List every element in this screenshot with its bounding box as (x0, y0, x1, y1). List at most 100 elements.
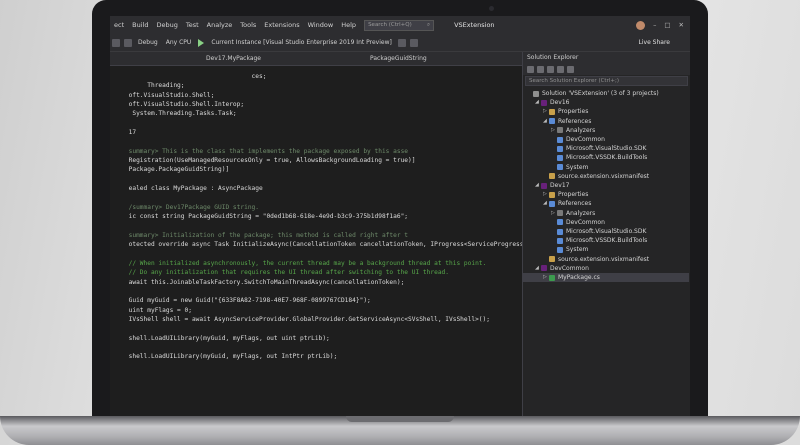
minimize-icon[interactable]: – (653, 21, 656, 29)
code-line[interactable]: // When initialized asynchronously, the … (110, 259, 553, 268)
platform-select[interactable]: Any CPU (162, 39, 196, 46)
sync-icon[interactable] (537, 65, 544, 73)
refresh-icon[interactable] (547, 65, 554, 73)
home-icon[interactable] (527, 65, 534, 73)
code-line[interactable]: Guid myGuid = new Guid("{633F8A82-7198-4… (110, 296, 553, 305)
tree-item-label: Analyzers (566, 209, 596, 217)
menu-item[interactable]: Extensions (260, 21, 303, 29)
close-icon[interactable]: ✕ (679, 21, 684, 29)
maximize-icon[interactable]: □ (664, 21, 670, 29)
code-line[interactable]: oft.VisualStudio.Shell; (110, 91, 553, 100)
tree-item[interactable]: ◢ References (523, 199, 591, 208)
code-line[interactable] (110, 250, 553, 259)
tree-item[interactable]: Microsoft.VisualStudio.SDK (523, 144, 646, 153)
search-box[interactable]: Search (Ctrl+Q) ⌕ (364, 19, 435, 31)
code-line[interactable]: ealed class MyPackage : AsyncPackage (110, 184, 553, 193)
code-line[interactable] (110, 324, 553, 333)
tree-item[interactable]: ▷ MyPackage.cs (523, 273, 689, 282)
menu-item[interactable]: Analyze (203, 21, 237, 29)
tree-item[interactable]: DevCommon (523, 135, 605, 144)
code-line[interactable]: await this.JoinableTaskFactory.SwitchToM… (110, 278, 553, 287)
file-icon (549, 200, 555, 207)
class-dropdown[interactable]: Dev17.MyPackage (206, 55, 261, 62)
config-select[interactable]: Debug (134, 39, 162, 46)
tree-item[interactable]: Microsoft.VSSDK.BuildTools (523, 236, 647, 245)
tree-item[interactable]: source.extension.vsixmanifest (523, 255, 649, 264)
code-line[interactable]: shell.LoadUILibrary(myGuid, myFlags, out… (110, 334, 553, 343)
code-line[interactable]: Package.PackageGuidString)] (110, 165, 553, 174)
code-line[interactable]: ces; (110, 72, 553, 81)
tree-item[interactable]: source.extension.vsixmanifest (523, 172, 649, 181)
forward-icon[interactable] (124, 38, 132, 47)
toolbar-icon[interactable] (409, 38, 418, 47)
file-icon (557, 164, 563, 171)
code-line[interactable]: Registration(UseManagedResourcesOnly = t… (110, 156, 553, 165)
collapse-icon[interactable] (557, 65, 564, 73)
avatar[interactable] (636, 20, 646, 30)
menu-item[interactable]: ect (110, 21, 128, 29)
explorer-search-input[interactable]: Search Solution Explorer (Ctrl+;) (525, 76, 688, 86)
code-line[interactable] (110, 193, 553, 202)
tree-item[interactable]: Solution 'VSExtension' (3 of 3 projects) (523, 89, 659, 98)
code-line[interactable]: shell.LoadUILibrary(myGuid, myFlags, out… (110, 352, 553, 361)
code-line[interactable]: uint myFlags = 0; (110, 306, 553, 315)
code-line[interactable]: ic const string PackageGuidString = "0de… (110, 212, 553, 221)
code-line[interactable] (110, 343, 553, 352)
tree-item[interactable]: System (523, 163, 588, 172)
code-line[interactable]: summary> This is the class that implemen… (110, 147, 553, 156)
file-icon (557, 219, 563, 226)
code-editor[interactable]: ces; Threading; oft.VisualStudio.Shell; … (110, 66, 553, 416)
code-line[interactable] (110, 175, 553, 184)
file-icon (541, 99, 547, 106)
code-line[interactable] (110, 119, 553, 128)
explorer-toolbar (523, 63, 690, 75)
code-line[interactable]: // Do any initialization that requires t… (110, 268, 553, 277)
code-line[interactable]: summary> Initialization of the package; … (110, 231, 553, 240)
code-line[interactable]: Threading; (110, 81, 553, 90)
tree-item[interactable]: ▷ Analyzers (523, 209, 595, 218)
tree-item[interactable]: Microsoft.VisualStudio.SDK (523, 227, 646, 236)
tree-item[interactable]: DevCommon (523, 218, 605, 227)
tree-item-label: MyPackage.cs (558, 274, 600, 281)
tree-item-label: Dev16 (550, 99, 570, 107)
code-line[interactable]: otected override async Task InitializeAs… (110, 240, 554, 249)
tree-item-label: Properties (558, 191, 589, 199)
back-icon[interactable] (112, 38, 120, 47)
code-line[interactable]: 17 (110, 128, 553, 137)
tree-item[interactable]: ◢ References (523, 117, 591, 126)
toolbar-icon[interactable] (397, 38, 406, 47)
menu-item[interactable]: Tools (236, 21, 260, 29)
tree-item-label: Microsoft.VisualStudio.SDK (566, 228, 647, 235)
menu-item[interactable]: Test (182, 21, 203, 29)
menu-item[interactable]: Debug (152, 21, 181, 29)
tree-item[interactable]: ◢ DevCommon (523, 264, 589, 273)
menu-item[interactable]: Help (337, 21, 360, 29)
code-line[interactable]: IVsShell shell = await AsyncServiceProvi… (110, 315, 553, 324)
code-line[interactable]: oft.VisualStudio.Shell.Interop; (110, 100, 553, 109)
tree-item[interactable]: Microsoft.VSSDK.BuildTools (523, 153, 647, 162)
tree-item-label: source.extension.vsixmanifest (558, 255, 650, 263)
wrench-icon[interactable] (567, 65, 574, 73)
tree-item-label: References (558, 117, 592, 125)
window-controls: – □ ✕ (636, 20, 690, 30)
code-line[interactable]: /summary> Dev17Package GUID string. (110, 203, 553, 212)
start-debug-icon[interactable] (198, 38, 205, 47)
member-dropdown[interactable]: PackageGuidString (370, 55, 427, 62)
run-target-select[interactable]: Current Instance [Visual Studio Enterpri… (207, 39, 396, 46)
tree-item[interactable]: ◢ Dev16 (523, 98, 570, 107)
code-line[interactable]: System.Threading.Tasks.Task; (110, 109, 553, 118)
tree-item[interactable]: ▷ Properties (523, 190, 588, 199)
file-icon (549, 274, 555, 281)
code-line[interactable] (110, 222, 553, 231)
code-line[interactable] (110, 137, 553, 146)
tree-item[interactable]: ▷ Properties (523, 107, 588, 116)
tree-item[interactable]: System (523, 245, 588, 254)
tree-item[interactable]: ▷ Analyzers (523, 126, 595, 135)
code-line[interactable] (110, 287, 553, 296)
live-share-button[interactable]: Live Share (639, 39, 690, 46)
menu-item[interactable]: Window (304, 21, 338, 29)
code-text[interactable]: ces; Threading; oft.VisualStudio.Shell; … (110, 72, 554, 362)
tree-item[interactable]: ◢ Dev17 (523, 181, 570, 190)
menu-item[interactable]: Build (128, 21, 152, 29)
file-icon (557, 210, 563, 217)
